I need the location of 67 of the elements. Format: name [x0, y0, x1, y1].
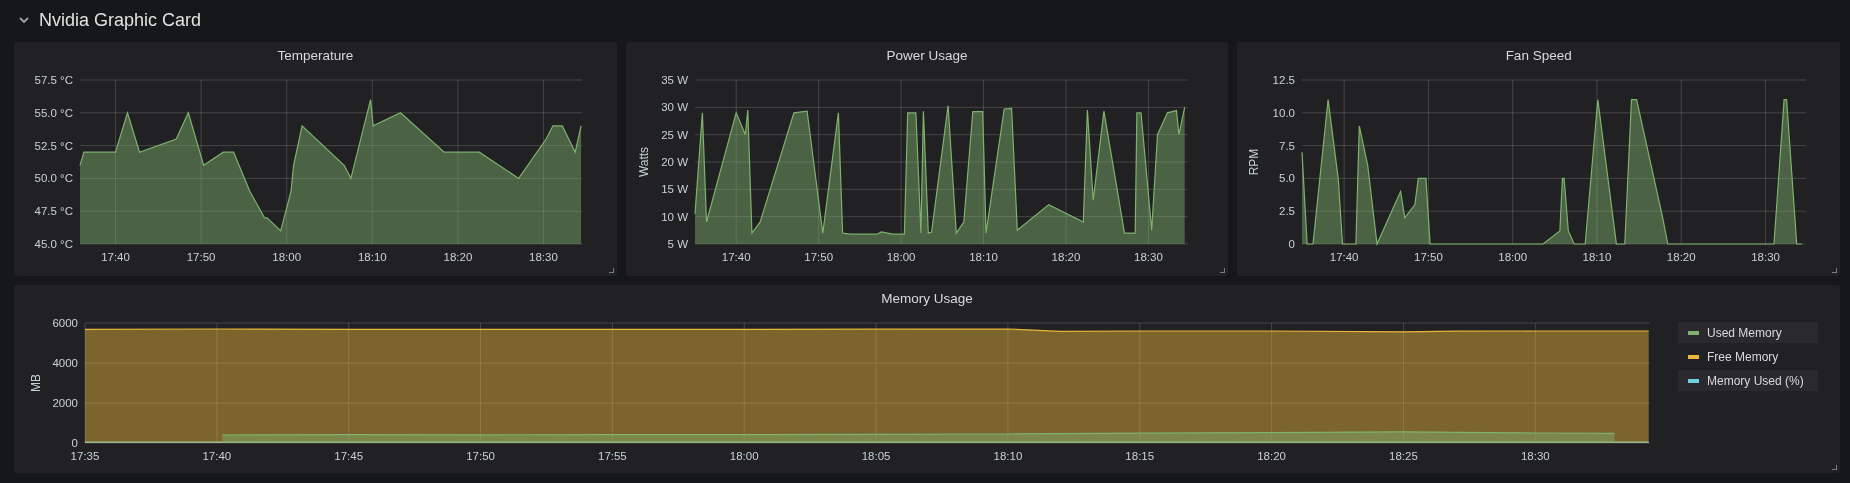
x-tick-label: 18:30: [529, 251, 559, 263]
y-tick-label: 10.0: [1272, 106, 1295, 119]
x-tick-label: 18:10: [358, 251, 387, 263]
y-tick-label: 7.5: [1278, 139, 1295, 152]
x-tick-label: 18:00: [1497, 251, 1527, 263]
x-tick-label: 18:25: [1389, 450, 1418, 462]
x-tick-label: 18:30: [1520, 450, 1550, 462]
axis-title: RPM: [1246, 148, 1261, 176]
x-tick-label: 17:40: [101, 251, 131, 263]
x-tick-label: 18:20: [1257, 450, 1286, 462]
y-tick-label: 0: [71, 437, 78, 449]
x-tick-label: 17:40: [202, 450, 232, 462]
x-tick-label: 18:20: [1051, 251, 1081, 263]
y-tick-label: 5.0: [1278, 172, 1295, 185]
y-tick-label: 20 W: [661, 156, 688, 168]
x-tick-label: 17:50: [466, 450, 495, 462]
x-tick-label: 18:30: [1750, 251, 1780, 263]
x-tick-label: 17:40: [1329, 251, 1359, 263]
y-tick-label: 2000: [52, 397, 78, 409]
x-tick-label: 18:10: [993, 450, 1023, 462]
y-tick-label: 12.5: [1272, 74, 1295, 86]
y-tick-label: 47.5 °C: [34, 205, 74, 218]
x-tick-label: 18:30: [1134, 251, 1163, 263]
resize-handle-icon[interactable]: [1832, 465, 1837, 470]
x-tick-label: 17:45: [334, 450, 364, 462]
y-tick-label: 30 W: [661, 101, 688, 114]
y-tick-label: 55.0 °C: [34, 106, 74, 119]
x-tick-label: 18:00: [272, 251, 302, 263]
y-tick-label: 2.5: [1278, 205, 1295, 218]
y-tick-label: 5 W: [667, 238, 688, 250]
x-tick-label: 17:40: [721, 251, 751, 263]
x-tick-label: 18:10: [969, 251, 998, 263]
y-tick-label: 10 W: [661, 210, 688, 223]
axis-title: Watts: [637, 146, 651, 178]
y-tick-label: 57.5 °C: [34, 74, 74, 86]
panel-title[interactable]: Temperature: [277, 44, 354, 72]
x-tick-label: 17:35: [70, 450, 100, 462]
x-tick-label: 18:20: [1666, 251, 1696, 263]
y-tick-label: 4000: [52, 357, 78, 369]
x-tick-label: 17:50: [804, 251, 834, 263]
y-tick-label: 6000: [52, 317, 78, 329]
resize-handle-icon[interactable]: [1220, 268, 1226, 273]
resize-handle-icon[interactable]: [1832, 268, 1837, 273]
x-tick-label: 17:50: [1413, 251, 1443, 263]
panel-title[interactable]: Memory Usage: [881, 287, 973, 315]
x-tick-label: 18:10: [1582, 251, 1612, 263]
y-tick-label: 50.0 °C: [34, 172, 74, 185]
y-tick-label: 25 W: [661, 128, 688, 141]
y-tick-label: 15 W: [661, 183, 688, 196]
legend-label[interactable]: Free Memory: [1707, 349, 1779, 364]
x-tick-label: 17:50: [187, 251, 216, 263]
y-tick-label: 52.5 °C: [34, 139, 74, 152]
panel-title[interactable]: Power Usage: [886, 44, 968, 72]
x-tick-label: 18:05: [861, 450, 891, 462]
y-tick-label: 35 W: [661, 74, 688, 86]
x-tick-label: 17:55: [598, 450, 627, 462]
chevron-icon[interactable]: [18, 14, 30, 26]
panel-title[interactable]: Fan Speed: [1505, 44, 1572, 72]
x-tick-label: 18:15: [1125, 450, 1155, 462]
x-tick-label: 18:20: [443, 251, 473, 263]
resize-handle-icon[interactable]: [608, 268, 614, 273]
section-title[interactable]: Nvidia Graphic Card: [39, 9, 202, 31]
x-tick-label: 18:00: [886, 251, 916, 263]
y-tick-label: 45.0 °C: [34, 238, 74, 250]
axis-title: MB: [29, 374, 43, 392]
y-tick-label: 0: [1288, 238, 1295, 250]
x-tick-label: 18:00: [729, 450, 759, 462]
